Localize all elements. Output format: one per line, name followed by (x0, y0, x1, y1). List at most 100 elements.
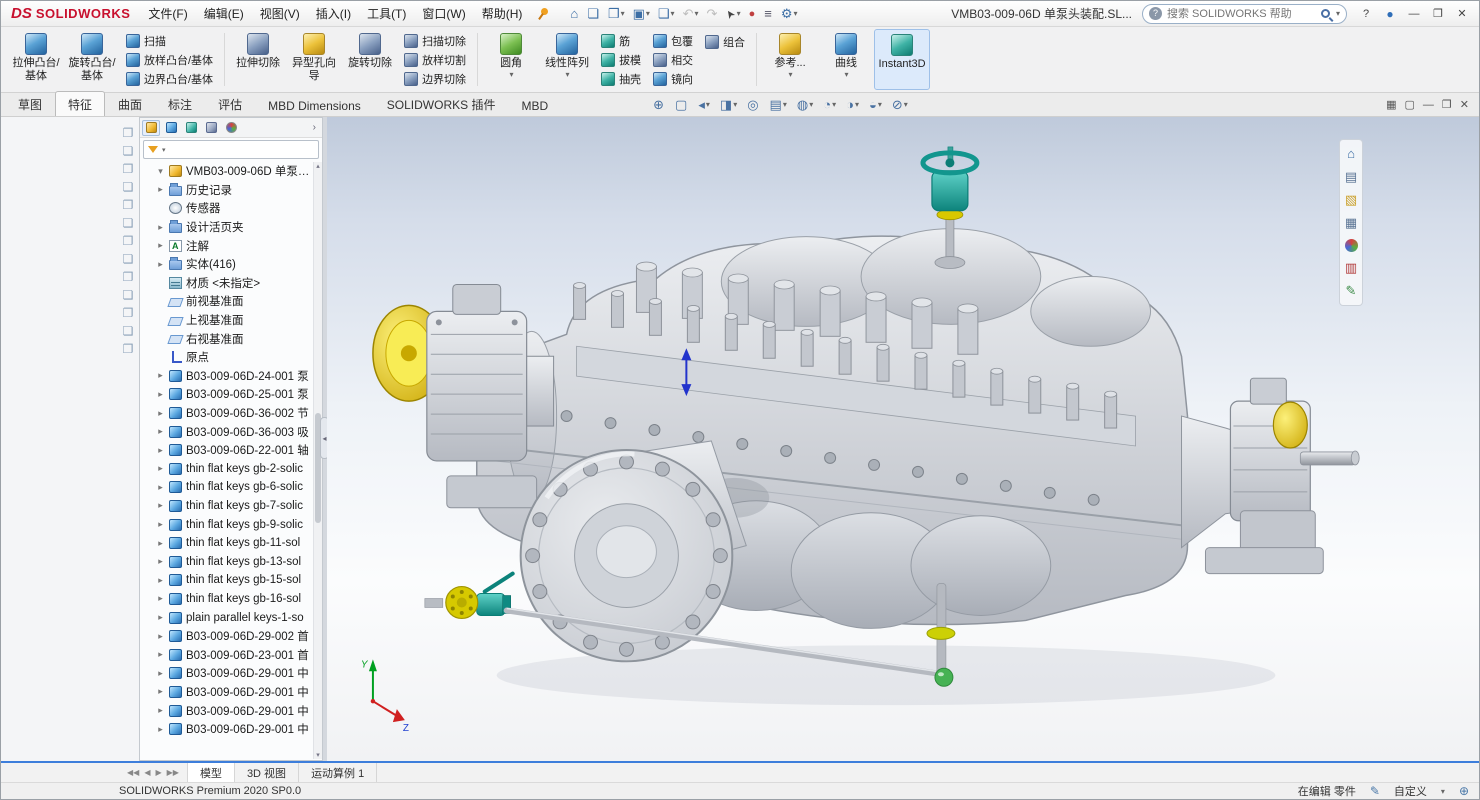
apply-scene-button[interactable]: ◒ ▾ (867, 97, 884, 113)
tab-surfaces[interactable]: 曲面 (105, 91, 155, 116)
intersect-button[interactable]: 相交 (649, 51, 697, 69)
tree-item[interactable]: 原点 (140, 348, 322, 367)
print-button[interactable]: ❑ ▾ (654, 5, 679, 23)
swept-cut-button[interactable]: 扫描切除 (400, 32, 470, 50)
taskpane-pen-button[interactable]: ✎ (1346, 284, 1357, 298)
tree-item[interactable]: ▸ 实体(416) (140, 255, 322, 274)
wrap-button[interactable]: 包覆 (649, 32, 697, 50)
expand-arrow-icon[interactable]: ▸ (156, 575, 165, 586)
taskpane-view-palette-button[interactable]: ▦ (1345, 216, 1357, 230)
expand-arrow-icon[interactable]: ▸ (156, 184, 165, 195)
drain-valve[interactable] (425, 574, 513, 619)
search-icon[interactable] (1321, 9, 1330, 18)
docked-tool-icon[interactable]: ❏ (123, 325, 134, 338)
configurationmanager-tab[interactable] (182, 120, 200, 136)
tree-item[interactable]: ▸ B03-009-06D-29-001 中 (140, 701, 322, 720)
rib-button[interactable]: 筋 (597, 32, 645, 50)
expand-arrow-icon[interactable]: ▸ (156, 240, 165, 251)
revolved-cut-button[interactable]: 旋转切除 (342, 29, 398, 90)
taskpane-design-library-button[interactable]: ▤ (1345, 170, 1357, 184)
tree-item[interactable]: ▸ B03-009-06D-24-001 泵 (140, 367, 322, 386)
expand-arrow-icon[interactable]: ▸ (156, 500, 165, 511)
docked-tool-icon[interactable]: ❏ (123, 253, 134, 266)
open-file-button[interactable]: ❒ ▾ (604, 5, 629, 23)
expand-arrow-icon[interactable]: ▸ (156, 649, 165, 660)
expand-arrow-icon[interactable]: ▸ (156, 482, 165, 493)
close-button[interactable]: ✕ (1451, 4, 1473, 24)
expand-arrow-icon[interactable]: ▸ (156, 463, 165, 474)
tree-item[interactable]: ▸ 注解 (140, 236, 322, 255)
tree-item[interactable]: ▸ thin flat keys gb-6-solic (140, 478, 322, 497)
tree-filter-box[interactable]: ▾ (143, 140, 319, 159)
docked-tool-icon[interactable]: ❐ (123, 199, 134, 212)
instant3d-button[interactable]: Instant3D (874, 29, 930, 90)
graphics-viewport[interactable]: Y Z ⌂▤▧▦●▥✎ (327, 117, 1479, 761)
scroll-up-icon[interactable]: ▴ (314, 162, 322, 170)
options-button[interactable]: ⚙ ▾ (777, 5, 802, 23)
help-search-box[interactable]: ? ▾ (1142, 4, 1347, 24)
displaymanager-tab[interactable] (222, 120, 240, 136)
dropdown-caret-icon[interactable]: ▾ (789, 70, 793, 79)
taskpane-file-explorer-button[interactable]: ▧ (1345, 193, 1357, 207)
expand-arrow-icon[interactable]: ▸ (156, 519, 165, 530)
loft-button[interactable]: 放样凸台/基体 (122, 51, 217, 69)
tree-item[interactable]: ▸ 历史记录 (140, 181, 322, 200)
help-button[interactable]: ? (1355, 4, 1377, 24)
prev-tab-button[interactable]: ◀ (144, 768, 150, 777)
tree-item[interactable]: ▸ B03-009-06D-29-001 中 (140, 720, 322, 739)
redo-button[interactable]: ↷ (702, 5, 722, 23)
expand-arrow-icon[interactable]: ▸ (156, 705, 165, 716)
tree-item[interactable]: 上视基准面 (140, 311, 322, 330)
home-button[interactable]: ⌂ (566, 5, 583, 23)
expand-arrow-icon[interactable]: ▸ (156, 556, 165, 567)
expand-arrow-icon[interactable]: ▸ (156, 724, 165, 735)
hole-wizard-button[interactable]: 异型孔向导 (286, 29, 342, 90)
tree-item[interactable]: 前视基准面 (140, 292, 322, 311)
customize-button[interactable]: 自定义 (1394, 783, 1427, 799)
docked-tool-icon[interactable]: ❏ (123, 145, 134, 158)
tree-scrollbar[interactable]: ▴ ▾ (313, 162, 322, 759)
taskpane-custom-properties-button[interactable]: ▥ (1345, 261, 1357, 275)
3d-views-tab[interactable]: 3D 视图 (235, 763, 299, 782)
docked-tool-icon[interactable]: ❏ (123, 181, 134, 194)
menu-insert[interactable]: 插入(I) (308, 1, 359, 26)
expand-arrow-icon[interactable]: ▸ (156, 426, 165, 437)
expand-arrow-icon[interactable]: ▸ (156, 538, 165, 549)
undo-button[interactable]: ↶ ▾ (679, 5, 703, 23)
motion-study-tab[interactable]: 运动算例 1 (299, 763, 377, 782)
dropdown-caret-icon[interactable]: ▾ (566, 70, 570, 79)
tree-item[interactable]: ▸ B03-009-06D-22-001 轴 (140, 441, 322, 460)
expand-arrow-icon[interactable]: ▸ (156, 593, 165, 604)
tree-item[interactable]: 右视基准面 (140, 329, 322, 348)
pane-tile-icon[interactable]: ▦ (1386, 98, 1396, 111)
tree-item[interactable]: 传感器 (140, 199, 322, 218)
tree-item[interactable]: ▸ thin flat keys gb-9-solic (140, 515, 322, 534)
search-input[interactable] (1167, 8, 1316, 20)
tree-item[interactable]: ▸ thin flat keys gb-15-sol (140, 571, 322, 590)
docked-tool-icon[interactable]: ❐ (123, 271, 134, 284)
tree-item[interactable]: ▸ B03-009-06D-36-002 节 (140, 404, 322, 423)
curves-button[interactable]: 曲线 ▾ (818, 29, 874, 90)
pane-split-icon[interactable]: ▢ (1405, 98, 1415, 111)
boundary-boss-button[interactable]: 边界凸台/基体 (122, 70, 217, 88)
taskpane-appearances-button[interactable]: ● (1345, 239, 1358, 252)
dropdown-caret-icon[interactable]: ▾ (510, 70, 514, 79)
menu-file[interactable]: 文件(F) (140, 1, 195, 26)
new-file-button[interactable]: ❏ (583, 5, 604, 23)
tree-item[interactable]: ▸ B03-009-06D-29-002 首 (140, 627, 322, 646)
extrude-boss-button[interactable]: 拉伸凸台/基体 (8, 29, 64, 90)
tab-sketch[interactable]: 草图 (5, 91, 55, 116)
draft-button[interactable]: 拔模 (597, 51, 645, 69)
linear-pattern-button[interactable]: 线性阵列 ▾ (539, 29, 595, 90)
menu-window[interactable]: 窗口(W) (414, 1, 473, 26)
zoom-area-button[interactable]: ▢ (673, 97, 690, 113)
doc-close-button[interactable]: ✕ (1460, 98, 1469, 111)
display-style-button[interactable]: ◍ ▾ (795, 97, 815, 113)
expand-arrow-icon[interactable]: ▸ (156, 445, 165, 456)
lofted-cut-button[interactable]: 放样切割 (400, 51, 470, 69)
menu-tools[interactable]: 工具(T) (359, 1, 414, 26)
expand-arrow-icon[interactable]: ▸ (156, 222, 165, 233)
tree-item[interactable]: ▸ B03-009-06D-23-001 首 (140, 645, 322, 664)
propertymanager-tab[interactable] (162, 120, 180, 136)
tree-item[interactable]: ▸ B03-009-06D-36-003 吸 (140, 422, 322, 441)
